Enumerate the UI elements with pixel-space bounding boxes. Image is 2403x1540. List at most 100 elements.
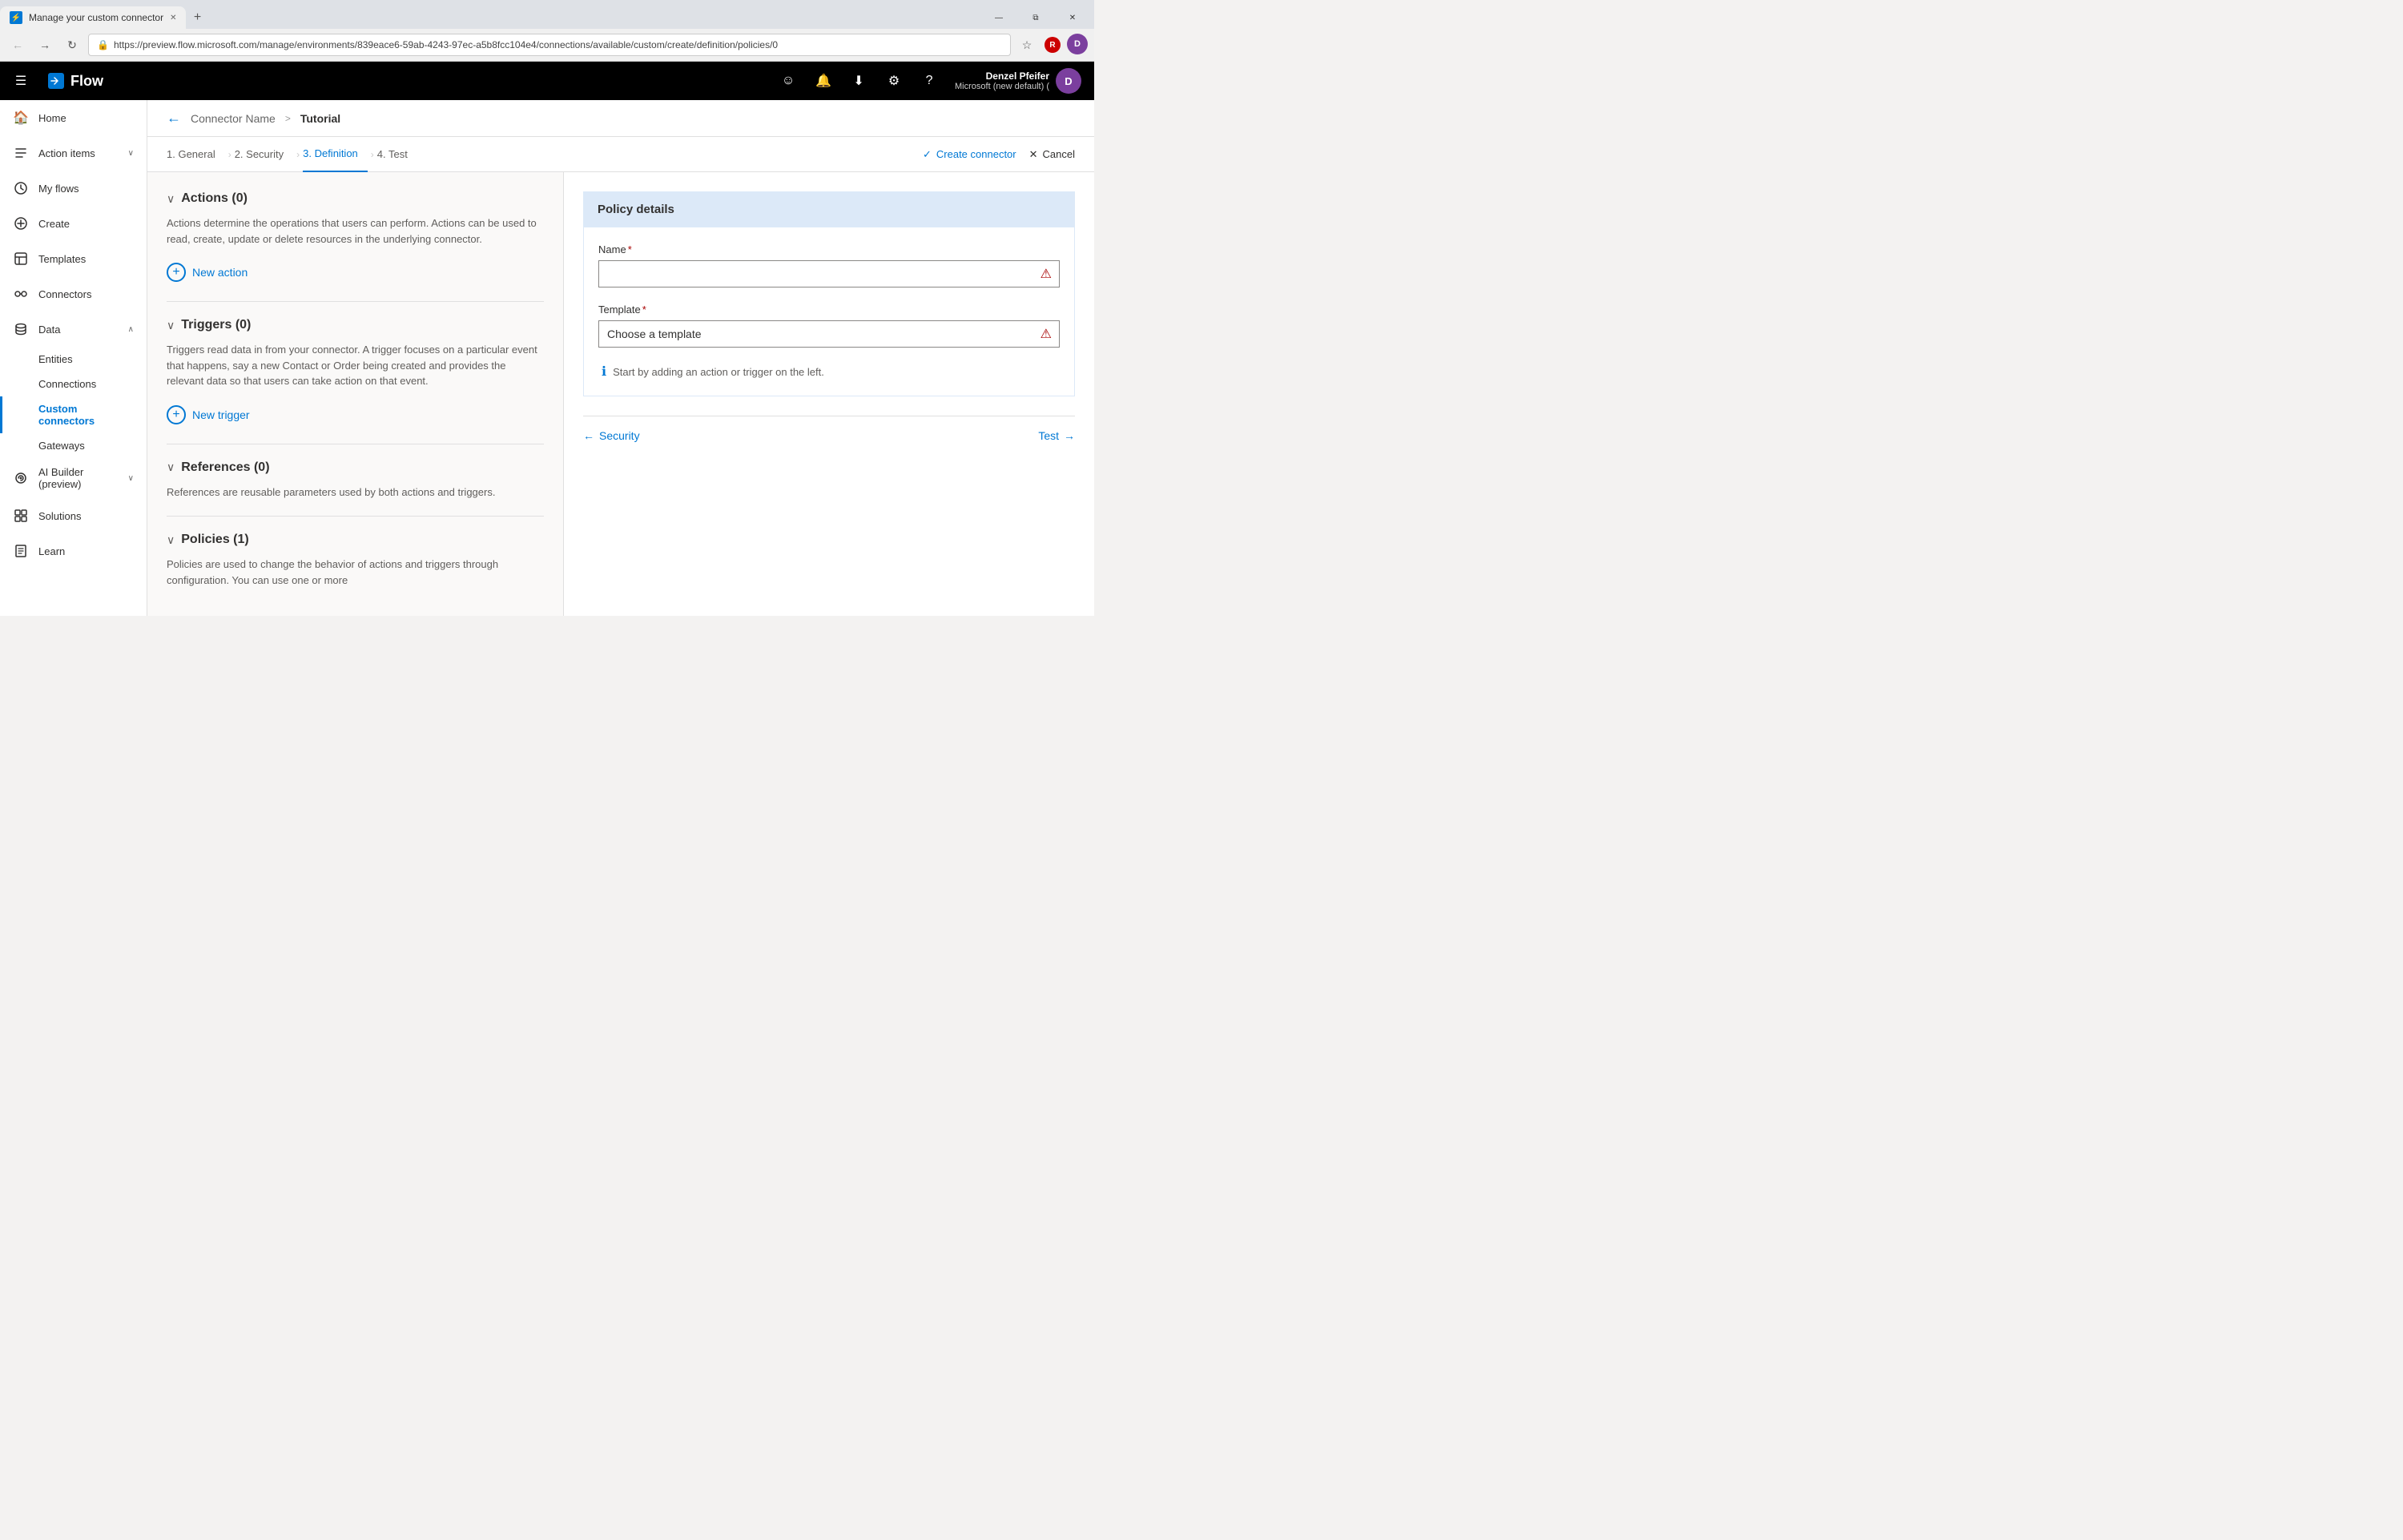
nav-back-link[interactable]: ← Security xyxy=(583,429,640,442)
references-chevron-icon[interactable]: ∨ xyxy=(167,460,175,474)
sidebar-item-templates[interactable]: Templates xyxy=(0,241,147,276)
name-required-star: * xyxy=(628,243,632,255)
name-input-wrapper: ⚠ xyxy=(598,260,1060,287)
browser-menu-icon[interactable]: R xyxy=(1041,34,1064,56)
tab-test[interactable]: 4. Test xyxy=(377,137,417,172)
new-tab-button[interactable]: + xyxy=(186,6,208,29)
user-profile-button[interactable]: Denzel Pfeifer Microsoft (new default) (… xyxy=(948,68,1088,94)
policies-section-header: ∨ Policies (1) xyxy=(167,533,544,547)
step-separator-1: › xyxy=(228,149,231,160)
template-required-star: * xyxy=(642,304,646,316)
sidebar-label-connectors: Connectors xyxy=(38,288,134,300)
data-icon xyxy=(13,321,29,337)
user-environment: Microsoft (new default) ( xyxy=(955,82,1049,91)
triggers-chevron-icon[interactable]: ∨ xyxy=(167,319,175,332)
new-action-plus-icon: + xyxy=(167,263,186,282)
actions-chevron-icon[interactable]: ∨ xyxy=(167,192,175,206)
cancel-button[interactable]: ✕ Cancel xyxy=(1029,148,1075,161)
back-nav-button[interactable]: ← xyxy=(6,34,29,56)
top-nav-icons: ☺ 🔔 ⬇ ⚙ ? Denzel Pfeifer Microsoft (new … xyxy=(772,65,1088,97)
back-button[interactable]: ← xyxy=(167,110,181,127)
step-separator-2: › xyxy=(296,149,300,160)
new-trigger-button[interactable]: + New trigger xyxy=(167,402,250,428)
sidebar-item-connectors[interactable]: Connectors xyxy=(0,276,147,312)
policy-details-header: Policy details xyxy=(583,191,1075,227)
user-info: Denzel Pfeifer Microsoft (new default) ( xyxy=(955,70,1049,91)
forward-nav-button[interactable]: → xyxy=(34,34,56,56)
sidebar-label-solutions: Solutions xyxy=(38,510,134,522)
references-section: ∨ References (0) References are reusable… xyxy=(167,460,544,501)
tab-definition[interactable]: 3. Definition xyxy=(303,137,368,172)
favorites-icon[interactable]: ☆ xyxy=(1016,34,1038,56)
breadcrumb-connector-name[interactable]: Connector Name xyxy=(191,112,276,125)
sidebar-item-action-items[interactable]: Action items ∨ xyxy=(0,135,147,171)
actions-description: Actions determine the operations that us… xyxy=(167,215,544,247)
tab-security[interactable]: 2. Security xyxy=(235,137,293,172)
sidebar-item-connections[interactable]: Connections xyxy=(0,372,147,396)
sidebar-item-data[interactable]: Data ∧ xyxy=(0,312,147,347)
main-layout: 🏠 Home Action items ∨ My flows xyxy=(0,100,1094,616)
name-input[interactable] xyxy=(598,260,1060,287)
sidebar: 🏠 Home Action items ∨ My flows xyxy=(0,100,147,616)
new-action-button[interactable]: + New action xyxy=(167,259,248,285)
cancel-label: Cancel xyxy=(1043,148,1075,160)
template-select[interactable]: Choose a template xyxy=(598,320,1060,348)
help-icon-button[interactable]: ? xyxy=(913,65,945,97)
sidebar-label-data: Data xyxy=(38,324,119,336)
sidebar-item-gateways[interactable]: Gateways xyxy=(0,433,147,458)
settings-icon-button[interactable]: ⚙ xyxy=(878,65,910,97)
tab-general[interactable]: 1. General xyxy=(167,137,225,172)
cancel-x-icon: ✕ xyxy=(1029,148,1038,161)
browser-tab-active[interactable]: ⚡ Manage your custom connector ✕ xyxy=(0,6,186,29)
app-logo: Flow xyxy=(42,73,110,90)
new-trigger-plus-icon: + xyxy=(167,405,186,424)
data-chevron-icon: ∧ xyxy=(128,325,134,334)
page-header: ← Connector Name > Tutorial xyxy=(147,100,1094,137)
browser-toolbar-icons: ☆ R D xyxy=(1016,34,1088,56)
hamburger-menu[interactable]: ☰ xyxy=(6,66,35,95)
sidebar-item-custom-connectors[interactable]: Custom connectors xyxy=(0,396,147,433)
flow-logo-icon xyxy=(48,73,64,89)
create-connector-button[interactable]: ✓ Create connector xyxy=(923,148,1016,161)
policies-chevron-icon[interactable]: ∨ xyxy=(167,533,175,547)
references-section-title: References (0) xyxy=(181,460,269,475)
url-text: https://preview.flow.microsoft.com/manag… xyxy=(114,39,1002,50)
sidebar-item-my-flows[interactable]: My flows xyxy=(0,171,147,206)
breadcrumb-current-page: Tutorial xyxy=(300,112,340,125)
info-message: ℹ Start by adding an action or trigger o… xyxy=(598,364,1060,380)
sidebar-item-solutions[interactable]: Solutions xyxy=(0,498,147,533)
sidebar-item-learn[interactable]: Learn xyxy=(0,533,147,569)
sidebar-item-ai-builder[interactable]: AI Builder (preview) ∨ xyxy=(0,458,147,498)
browser-user-avatar[interactable]: D xyxy=(1067,34,1088,54)
window-controls: — ⧉ ✕ xyxy=(980,6,1094,29)
policies-description: Policies are used to change the behavior… xyxy=(167,557,544,588)
sidebar-label-entities: Entities xyxy=(38,353,73,365)
sidebar-item-create[interactable]: Create xyxy=(0,206,147,241)
restore-button[interactable]: ⧉ xyxy=(1017,6,1054,29)
tab-security-label: 2. Security xyxy=(235,148,284,160)
nav-back-label: Security xyxy=(599,429,640,442)
my-flows-icon xyxy=(13,180,29,196)
lock-icon: 🔒 xyxy=(97,39,109,50)
sidebar-item-entities[interactable]: Entities xyxy=(0,347,147,372)
url-bar[interactable]: 🔒 https://preview.flow.microsoft.com/man… xyxy=(88,34,1011,56)
policy-details-body: Name* ⚠ Template* xyxy=(583,227,1075,396)
info-icon: ℹ xyxy=(602,364,606,380)
refresh-button[interactable]: ↻ xyxy=(61,34,83,56)
minimize-button[interactable]: — xyxy=(980,6,1017,29)
sidebar-item-home[interactable]: 🏠 Home xyxy=(0,100,147,135)
actions-section-header: ∨ Actions (0) xyxy=(167,191,544,206)
content-area: ← Connector Name > Tutorial 1. General ›… xyxy=(147,100,1094,616)
nav-forward-link[interactable]: Test → xyxy=(1038,429,1075,442)
notification-bell-button[interactable]: 🔔 xyxy=(807,65,839,97)
references-description: References are reusable parameters used … xyxy=(167,485,544,501)
step-tabs: 1. General › 2. Security › 3. Definition… xyxy=(147,137,1094,172)
app: ☰ Flow ☺ 🔔 ⬇ ⚙ ? Denzel Pfeifer Microsof… xyxy=(0,62,1094,616)
download-icon-button[interactable]: ⬇ xyxy=(843,65,875,97)
tab-test-label: 4. Test xyxy=(377,148,408,160)
tab-close-button[interactable]: ✕ xyxy=(170,14,176,22)
smiley-icon-button[interactable]: ☺ xyxy=(772,65,804,97)
tab-favicon: ⚡ xyxy=(10,11,22,24)
close-button[interactable]: ✕ xyxy=(1054,6,1091,29)
left-panel: ∨ Actions (0) Actions determine the oper… xyxy=(147,172,564,616)
